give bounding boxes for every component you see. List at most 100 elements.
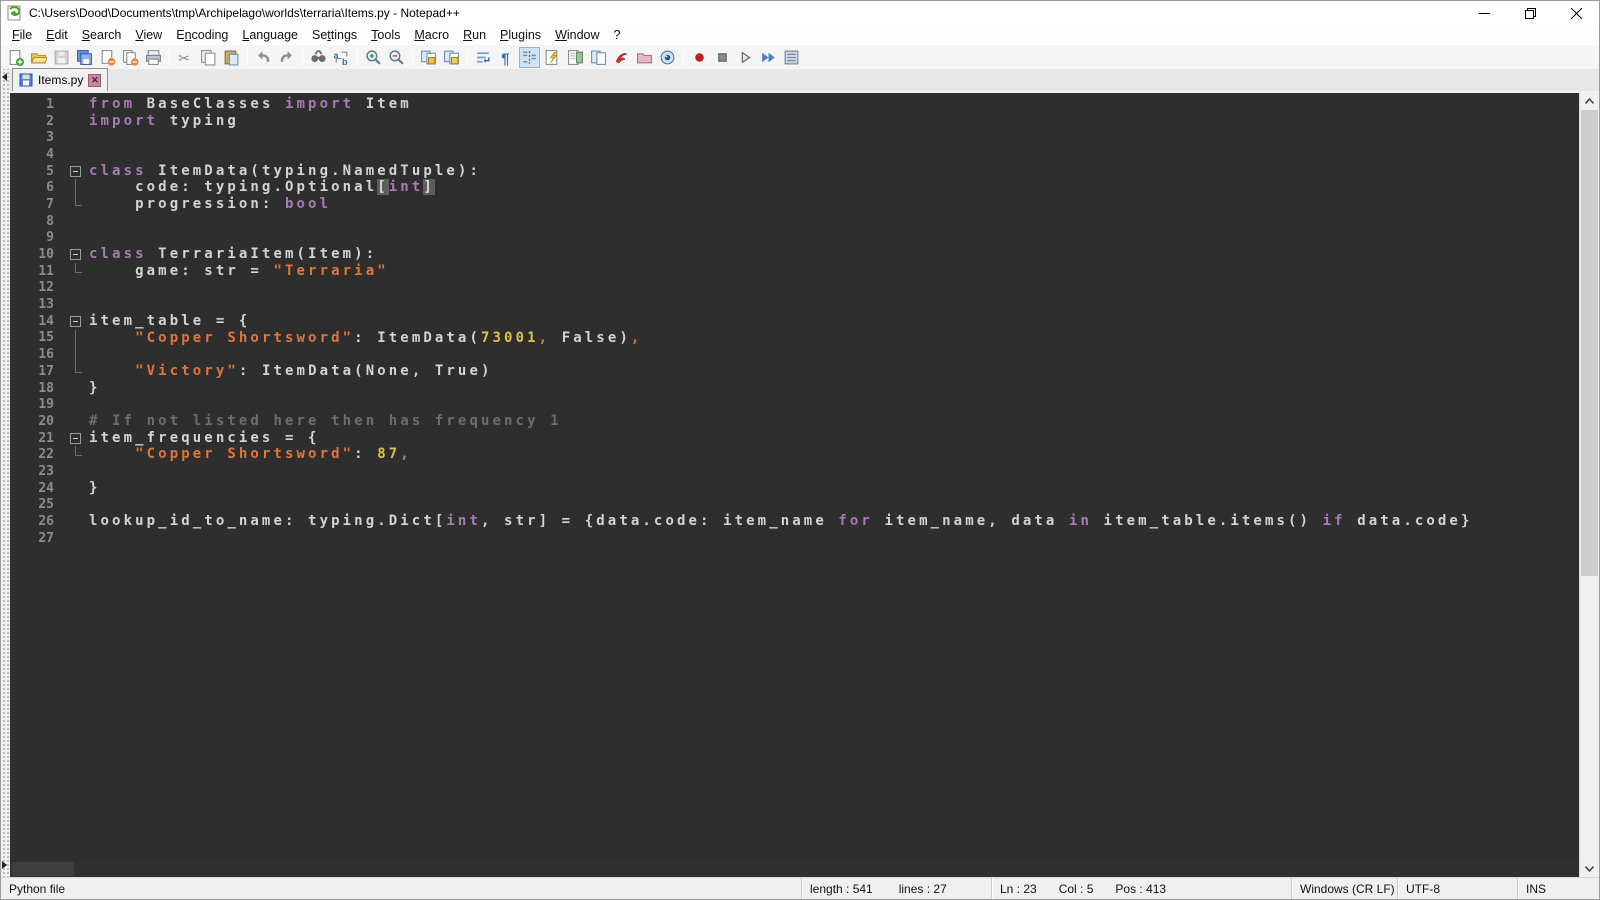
collapse-left-icon[interactable] (2, 73, 7, 81)
document-switcher-icon[interactable] (588, 47, 609, 68)
line-number[interactable]: 14 (10, 314, 63, 329)
fold-collapse-icon[interactable] (70, 316, 81, 327)
macro-run-multiple-icon[interactable] (758, 47, 779, 68)
line-number[interactable]: 21 (10, 431, 63, 446)
cut-icon[interactable]: ✂ (175, 47, 196, 68)
collapse-right-icon[interactable] (2, 861, 7, 869)
open-file-icon[interactable] (28, 47, 49, 68)
vertical-scrollbar[interactable] (1579, 93, 1599, 877)
save-file-icon[interactable] (51, 47, 72, 68)
menu-item-edit[interactable]: Edit (39, 26, 75, 44)
line-number[interactable]: 20 (10, 414, 63, 429)
code-text[interactable]: item_frequencies = { (89, 430, 1579, 447)
code-text[interactable]: "Copper Shortsword": ItemData(73001, Fal… (89, 330, 1579, 347)
line-number[interactable]: 23 (10, 464, 63, 479)
code-text[interactable]: } (89, 480, 1579, 497)
view-file-icon[interactable] (657, 47, 678, 68)
find-icon[interactable] (308, 47, 329, 68)
redo-icon[interactable] (276, 47, 297, 68)
undo-icon[interactable] (253, 47, 274, 68)
paste-icon[interactable] (221, 47, 242, 68)
line-number[interactable]: 6 (10, 180, 63, 195)
code-text[interactable]: from BaseClasses import Item (89, 96, 1579, 113)
code-text[interactable]: import typing (89, 113, 1579, 130)
code-editor[interactable]: 1 from BaseClasses import Item 2 import typ… (10, 93, 1579, 877)
code-text[interactable]: class TerrariaItem(Item): (89, 246, 1579, 263)
tab-items-py[interactable]: Items.py ✕ (12, 68, 108, 91)
line-number[interactable]: 5 (10, 164, 63, 179)
save-all-icon[interactable] (74, 47, 95, 68)
indent-guide-icon[interactable] (519, 47, 540, 68)
document-map-icon[interactable] (565, 47, 586, 68)
code-text[interactable]: progression: bool (89, 196, 1579, 213)
function-list-icon[interactable] (542, 47, 563, 68)
horizontal-scrollbar-thumb[interactable] (12, 862, 74, 876)
zoom-out-icon[interactable] (386, 47, 407, 68)
close-button[interactable] (1553, 1, 1599, 25)
close-all-icon[interactable] (120, 47, 141, 68)
copy-icon[interactable] (198, 47, 219, 68)
new-file-icon[interactable] (5, 47, 26, 68)
line-number[interactable]: 12 (10, 280, 63, 295)
code-text[interactable]: "Copper Shortsword": 87, (89, 446, 1579, 463)
line-number[interactable]: 26 (10, 514, 63, 529)
menu-item-view[interactable]: View (128, 26, 169, 44)
fold-collapse-icon[interactable] (70, 433, 81, 444)
sync-horizontal-scroll-icon[interactable] (441, 47, 462, 68)
code-text[interactable]: lookup_id_to_name: typing.Dict[int, str]… (89, 513, 1579, 530)
line-number[interactable]: 9 (10, 230, 63, 245)
menu-item-language[interactable]: Language (235, 26, 305, 44)
menu-item-tools[interactable]: Tools (364, 26, 407, 44)
code-text[interactable]: } (89, 380, 1579, 397)
line-number[interactable]: 16 (10, 347, 63, 362)
code-text[interactable]: game: str = "Terraria" (89, 263, 1579, 280)
minimize-button[interactable] (1461, 1, 1507, 25)
line-number[interactable]: 11 (10, 264, 63, 279)
line-number[interactable]: 24 (10, 481, 63, 496)
line-number[interactable]: 4 (10, 147, 63, 162)
status-encoding[interactable]: UTF-8 (1397, 878, 1517, 899)
status-eol-format[interactable]: Windows (CR LF) (1291, 878, 1397, 899)
line-number[interactable]: 2 (10, 114, 63, 129)
menu-item-run[interactable]: Run (456, 26, 493, 44)
macro-save-icon[interactable] (781, 47, 802, 68)
line-number[interactable]: 10 (10, 247, 63, 262)
menu-item-window[interactable]: Window (548, 26, 606, 44)
macro-record-icon[interactable] (689, 47, 710, 68)
macro-stop-icon[interactable] (712, 47, 733, 68)
word-wrap-icon[interactable] (473, 47, 494, 68)
line-number[interactable]: 25 (10, 497, 63, 512)
line-number[interactable]: 1 (10, 97, 63, 112)
macro-play-icon[interactable] (735, 47, 756, 68)
scroll-up-icon[interactable] (1580, 93, 1599, 109)
close-file-icon[interactable] (97, 47, 118, 68)
docked-panel-splitter[interactable] (1, 69, 10, 877)
restore-button[interactable] (1507, 1, 1553, 25)
status-insert-mode[interactable]: INS (1517, 878, 1599, 899)
project-panel-icon[interactable] (634, 47, 655, 68)
menu-item-search[interactable]: Search (75, 26, 129, 44)
code-text[interactable]: code: typing.Optional[int] (89, 179, 1579, 196)
line-number[interactable]: 22 (10, 447, 63, 462)
vertical-scrollbar-thumb[interactable] (1581, 110, 1598, 576)
replace-icon[interactable]: ab (331, 47, 352, 68)
line-number[interactable]: 7 (10, 197, 63, 212)
menu-item-macro[interactable]: Macro (407, 26, 456, 44)
menu-item-settings[interactable]: Settings (305, 26, 364, 44)
line-number[interactable]: 3 (10, 130, 63, 145)
line-number[interactable]: 18 (10, 381, 63, 396)
line-number[interactable]: 8 (10, 214, 63, 229)
horizontal-scrollbar[interactable] (10, 861, 1579, 877)
code-text[interactable]: "Victory": ItemData(None, True) (89, 363, 1579, 380)
zoom-in-icon[interactable] (363, 47, 384, 68)
line-number[interactable]: 17 (10, 364, 63, 379)
line-number[interactable]: 13 (10, 297, 63, 312)
line-number[interactable]: 19 (10, 397, 63, 412)
show-all-characters-icon[interactable]: ¶ (496, 47, 517, 68)
run-script-icon[interactable] (611, 47, 632, 68)
menu-item-file[interactable]: File (5, 26, 39, 44)
print-icon[interactable] (143, 47, 164, 68)
code-text[interactable]: item_table = { (89, 313, 1579, 330)
code-text[interactable]: class ItemData(typing.NamedTuple): (89, 163, 1579, 180)
tab-close-icon[interactable]: ✕ (88, 74, 101, 87)
